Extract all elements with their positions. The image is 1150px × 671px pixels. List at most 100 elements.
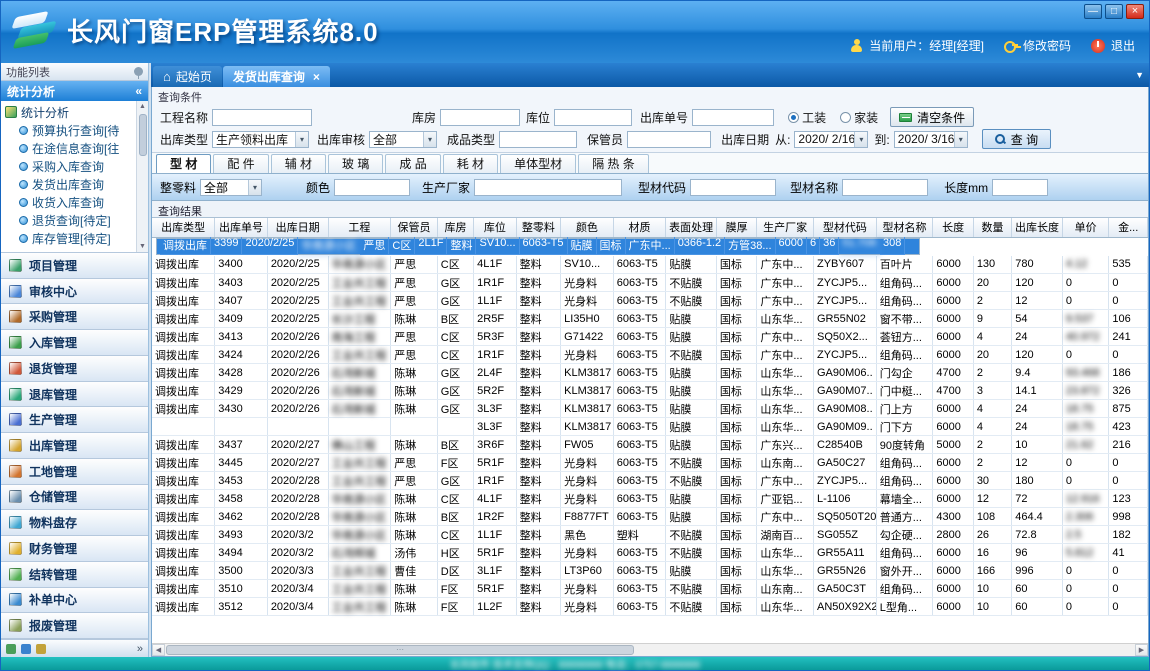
sidebar-item-scrap[interactable]: 报废管理: [1, 613, 148, 639]
sidebar-item-site[interactable]: 工地管理: [1, 459, 148, 485]
column-header[interactable]: 出库长度: [1012, 218, 1063, 237]
maximize-button[interactable]: □: [1105, 4, 1123, 19]
horizontal-scrollbar-thumb[interactable]: ⋯: [166, 645, 634, 655]
profile-name-input[interactable]: [842, 179, 928, 196]
sidebar-item-return-store[interactable]: 退库管理: [1, 382, 148, 408]
sidebar-item-outbound[interactable]: 出库管理: [1, 433, 148, 459]
table-row[interactable]: 调拨出库35002020/3/3工业共工程曹佳D区3L1F整料LT3P60606…: [152, 562, 1148, 580]
column-header[interactable]: 整零料: [516, 218, 561, 237]
gongzhuang-radio[interactable]: 工装: [788, 109, 826, 126]
jiazhuang-radio[interactable]: 家装: [840, 109, 878, 126]
column-header[interactable]: 材质: [613, 218, 666, 237]
sidebar-item-return-goods[interactable]: 退货管理: [1, 356, 148, 382]
color-input[interactable]: [334, 179, 410, 196]
column-header[interactable]: 金...: [1109, 218, 1148, 237]
column-header[interactable]: 单价: [1062, 218, 1109, 237]
column-header[interactable]: 表面处理: [666, 218, 717, 237]
sidebar-item-inbound[interactable]: 入库管理: [1, 330, 148, 356]
material-tab-6[interactable]: 单体型材: [500, 154, 576, 173]
column-header[interactable]: 保管员: [391, 218, 438, 237]
outbound-no-input[interactable]: [692, 109, 774, 126]
horizontal-scrollbar[interactable]: ◀ ⋯ ▶: [152, 643, 1148, 656]
date-from-picker[interactable]: 2020/ 2/16 ▾: [794, 131, 868, 148]
tab-close-icon[interactable]: ×: [313, 70, 320, 84]
change-password-link[interactable]: 修改密码: [1023, 37, 1071, 54]
tree-scrollbar-thumb[interactable]: [139, 114, 147, 156]
tree-item[interactable]: 在途信息查询[往: [5, 139, 136, 157]
audit-select[interactable]: 全部 ▾: [369, 131, 437, 148]
table-row[interactable]: 调拨出库34072020/2/25工业共工程严思G区1L1F整料光身料6063-…: [152, 292, 1148, 310]
table-row[interactable]: 调拨出库34242020/2/26工业共工程严思C区1R1F整料光身料6063-…: [152, 346, 1148, 364]
table-row[interactable]: 调拨出库34452020/2/27工业共工程严思F区5R1F整料光身料6063-…: [152, 454, 1148, 472]
table-row[interactable]: 调拨出库34292020/2/26石湾新城陈琳G区5R2F整料KLM381760…: [152, 382, 1148, 400]
tab-list-dropdown-icon[interactable]: ▼: [1135, 70, 1144, 80]
warehouse-input[interactable]: [440, 109, 520, 126]
table-row[interactable]: 调拨出库34002020/2/25华南源小区严思C区4L1F整料SV10...6…: [152, 256, 1148, 274]
scroll-left-icon[interactable]: ◀: [152, 644, 165, 656]
tree-item[interactable]: 退货查询[待定]: [5, 211, 136, 229]
table-row[interactable]: 调拨出库34582020/2/28华南源小区陈琳C区4L1F整料光身料6063-…: [152, 490, 1148, 508]
tab-start-page[interactable]: ⌂起始页: [153, 66, 222, 87]
scroll-right-icon[interactable]: ▶: [1135, 644, 1148, 656]
table-row[interactable]: 调拨出库34132020/2/26南海工程严思C区5R3F整料G71422606…: [152, 328, 1148, 346]
table-row[interactable]: 调拨出库34932020/3/2华南源小区陈琳C区1L1F整料黑色塑料不贴膜国标…: [152, 526, 1148, 544]
collapse-icon[interactable]: «: [135, 84, 142, 98]
tree-item[interactable]: 采购入库查询: [5, 157, 136, 175]
sidebar-item-audit[interactable]: 审核中心: [1, 279, 148, 305]
material-tab-1[interactable]: 配 件: [213, 154, 268, 173]
sidebar-item-purchase[interactable]: 采购管理: [1, 304, 148, 330]
logout-link[interactable]: 退出: [1111, 37, 1135, 54]
table-row[interactable]: 调拨出库34532020/2/28工业共工程严思G区1R1F整料光身料6063-…: [152, 472, 1148, 490]
table-row[interactable]: 调拨出库35122020/3/4工业共工程陈琳F区1L2F整料光身料6063-T…: [152, 598, 1148, 616]
material-tab-4[interactable]: 成 品: [385, 154, 440, 173]
close-button[interactable]: ×: [1126, 4, 1144, 19]
project-name-input[interactable]: [212, 109, 312, 126]
scroll-up-icon[interactable]: ▲: [139, 101, 146, 112]
material-tab-5[interactable]: 耗 材: [443, 154, 498, 173]
column-header[interactable]: 出库类型: [152, 218, 215, 237]
column-header[interactable]: 出库日期: [267, 218, 328, 237]
sidebar-item-warehouse[interactable]: 仓储管理: [1, 485, 148, 511]
location-input[interactable]: [554, 109, 632, 126]
sidebar-item-inventory[interactable]: 物料盘存: [1, 510, 148, 536]
column-header[interactable]: 库位: [474, 218, 516, 237]
column-header[interactable]: 型材名称: [876, 218, 933, 237]
material-tab-7[interactable]: 隔 热 条: [578, 154, 649, 173]
column-header[interactable]: 生产厂家: [757, 218, 814, 237]
clear-conditions-button[interactable]: 清空条件: [890, 107, 974, 127]
column-header[interactable]: 出库单号: [215, 218, 268, 237]
scroll-down-icon[interactable]: ▼: [139, 241, 146, 252]
column-header[interactable]: 膜厚: [716, 218, 756, 237]
column-header[interactable]: 长度: [933, 218, 973, 237]
table-row[interactable]: 调拨出库33992020/2/25华南源小区严思C区2L1F整料SV10...6…: [156, 238, 920, 255]
tree-item[interactable]: 收货入库查询: [5, 193, 136, 211]
date-to-picker[interactable]: 2020/ 3/16 ▾: [894, 131, 968, 148]
table-row[interactable]: 3L3F整料KLM38176063-T5贴膜国标山东华...GA90M09..门…: [152, 418, 1148, 436]
table-row[interactable]: 调拨出库35102020/3/4工业共工程陈琳F区5R1F整料光身料6063-T…: [152, 580, 1148, 598]
tree-item[interactable]: 发货出库查询: [5, 175, 136, 193]
product-type-input[interactable]: [499, 131, 577, 148]
tree-item[interactable]: 库存管理[待定]: [5, 229, 136, 247]
sidebar-item-production[interactable]: 生产管理: [1, 407, 148, 433]
sidebar-section-statistics[interactable]: 统计分析 «: [1, 81, 148, 101]
search-button[interactable]: 查 询: [982, 129, 1051, 149]
mini-settings-icon[interactable]: [36, 644, 46, 654]
profile-code-input[interactable]: [690, 179, 776, 196]
length-input[interactable]: [992, 179, 1048, 196]
table-row[interactable]: 调拨出库34372020/2/27佛山工程陈琳B区3R6F整料FW056063-…: [152, 436, 1148, 454]
column-header[interactable]: 颜色: [561, 218, 614, 237]
column-header[interactable]: 数量: [973, 218, 1011, 237]
tree-scrollbar[interactable]: ▲ ▼: [136, 101, 148, 252]
material-tab-2[interactable]: 辅 材: [271, 154, 326, 173]
column-header[interactable]: 库房: [437, 218, 473, 237]
whole-part-select[interactable]: 全部 ▾: [200, 179, 262, 196]
table-row[interactable]: 调拨出库34942020/3/2石湾辉城汤伟H区5R1F整料光身料6063-T5…: [152, 544, 1148, 562]
manufacturer-input[interactable]: [474, 179, 622, 196]
tab-shipping-outbound-query[interactable]: 发货出库查询×: [223, 66, 330, 87]
pin-icon[interactable]: [134, 67, 143, 76]
sidebar-item-project[interactable]: 项目管理: [1, 253, 148, 279]
column-header[interactable]: 工程: [328, 218, 391, 237]
mini-mail-icon[interactable]: [21, 644, 31, 654]
material-tab-0[interactable]: 型 材: [156, 154, 211, 173]
material-tab-3[interactable]: 玻 璃: [328, 154, 383, 173]
